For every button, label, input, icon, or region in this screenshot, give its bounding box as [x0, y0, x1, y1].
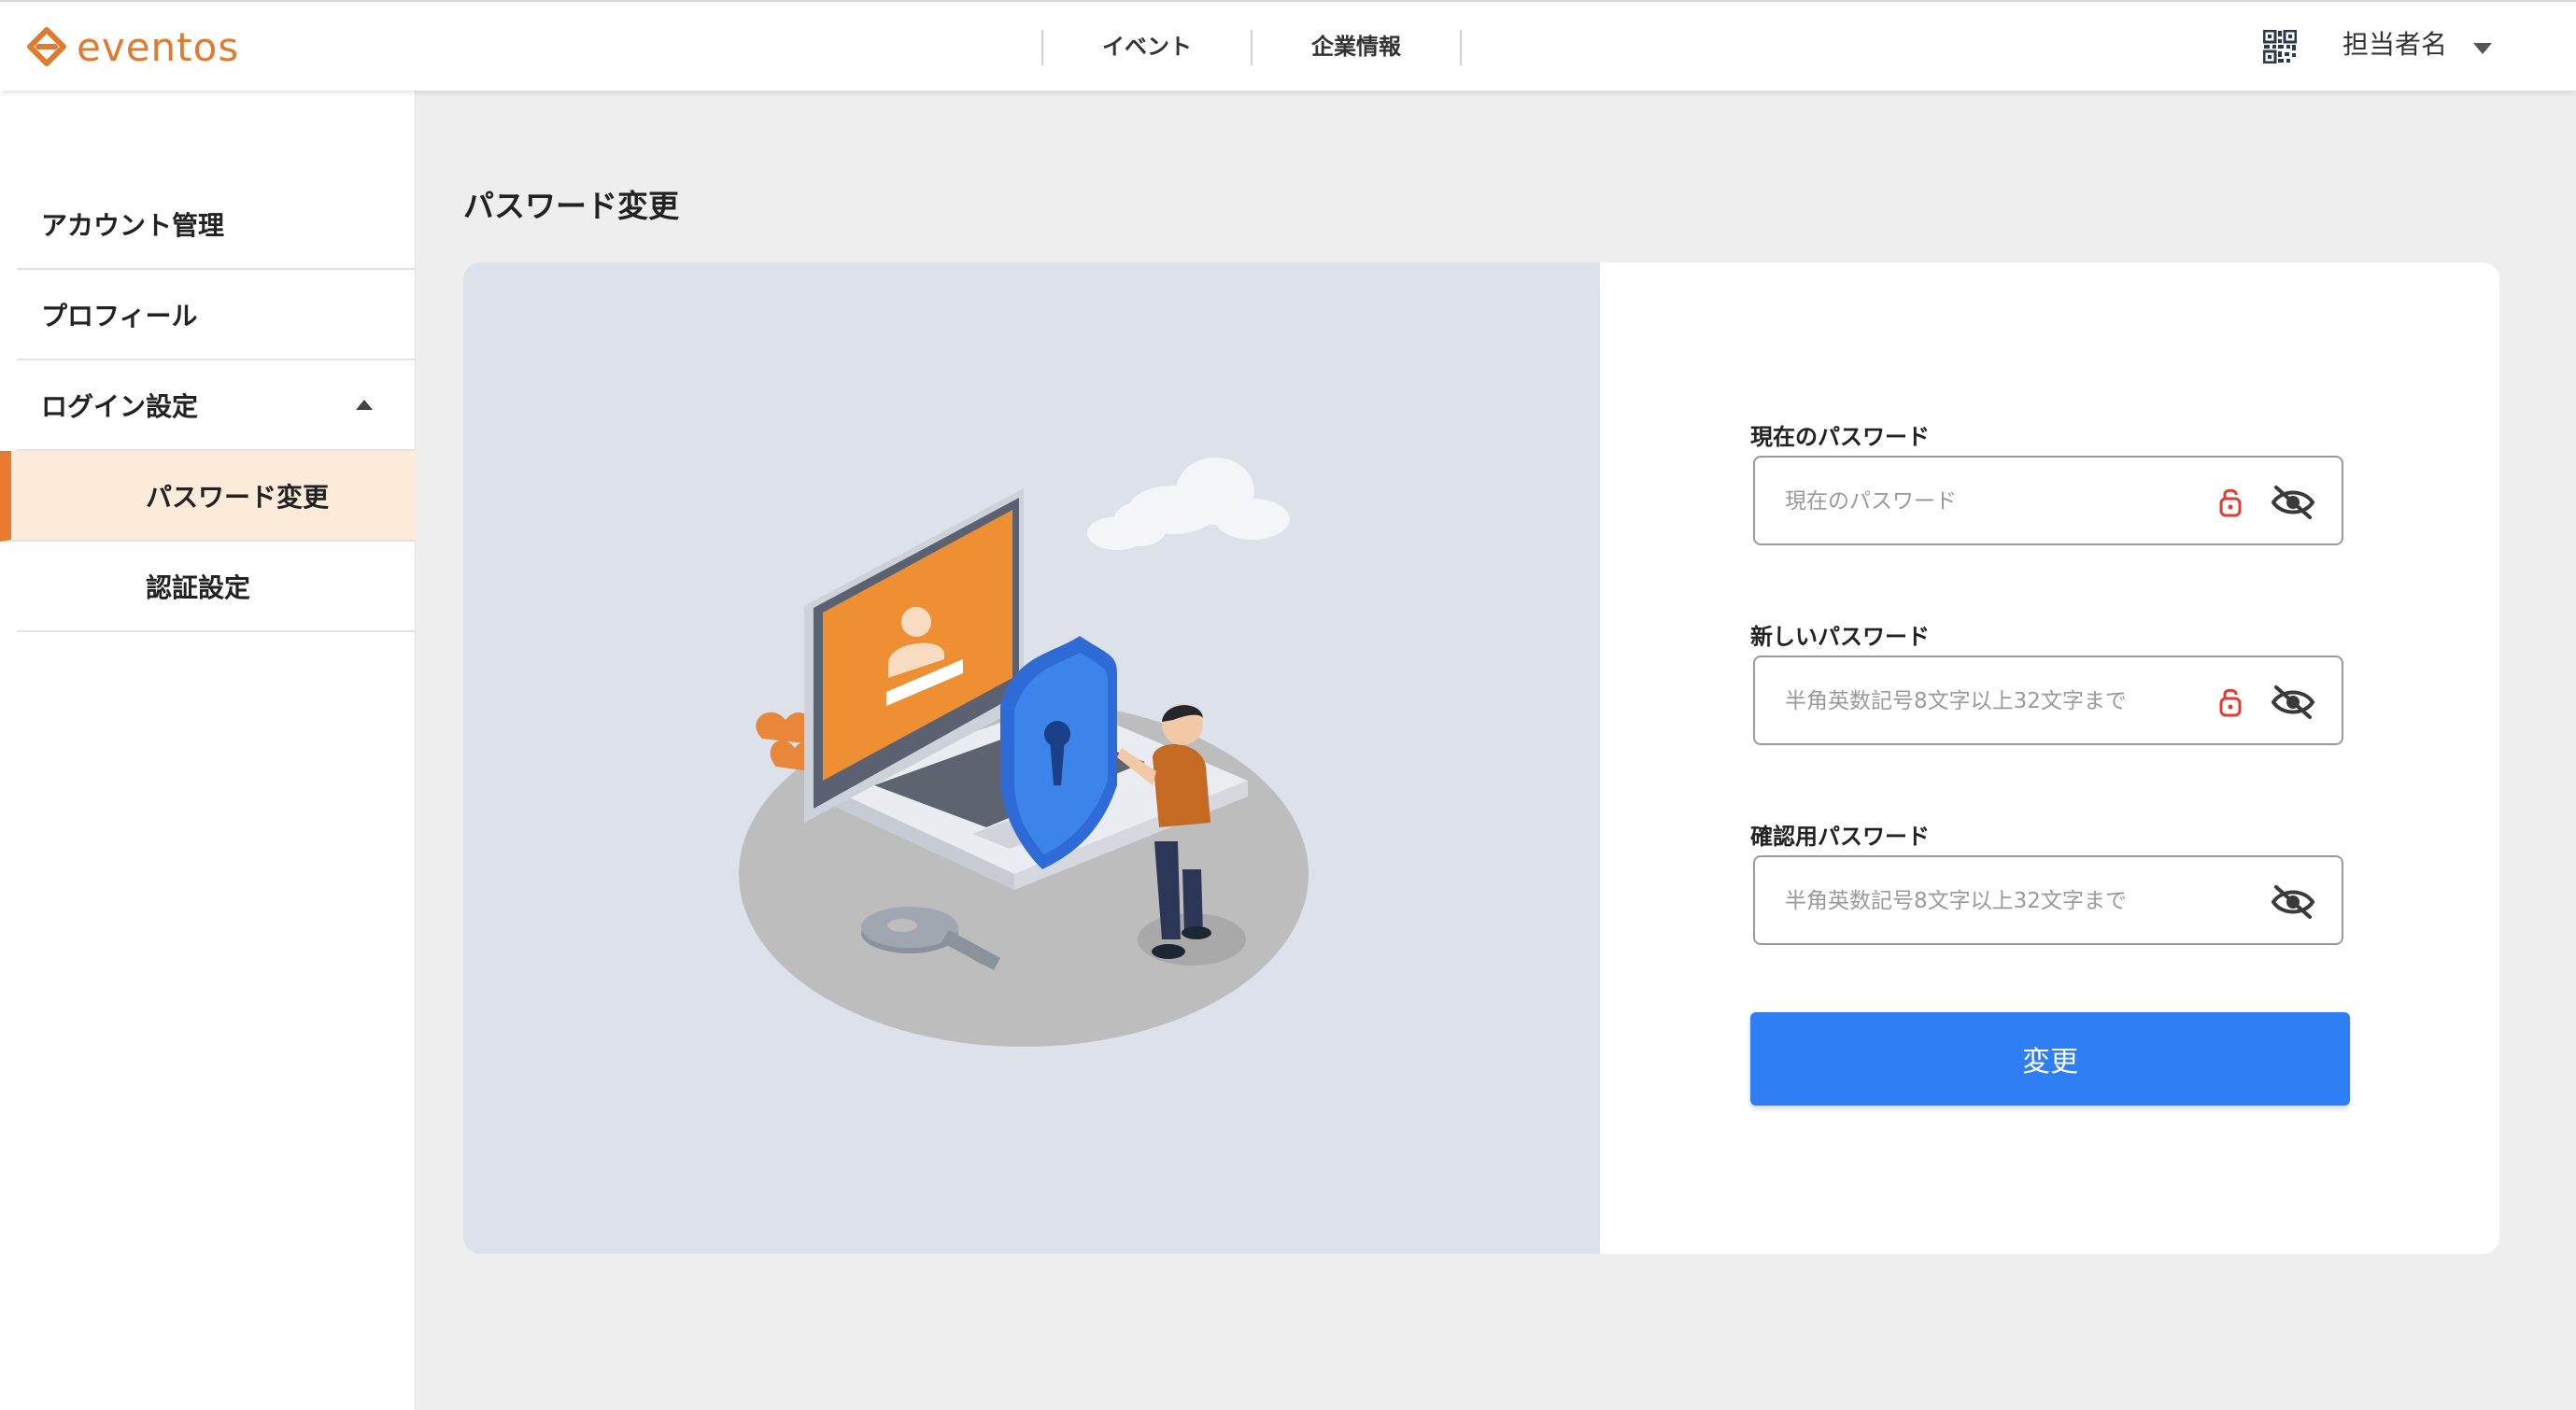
- confirm-password-label: 確認用パスワード: [1750, 824, 1930, 850]
- unlock-icon: [2219, 688, 2242, 717]
- brand-name: eventos: [77, 23, 240, 70]
- password-change-card: 現在のパスワード 新しいパスワード 確認用パスワード 変更: [463, 262, 2499, 1254]
- sidebar-item-label: 認証設定: [146, 571, 251, 603]
- current-password-input[interactable]: [1785, 482, 2196, 521]
- new-password-input[interactable]: [1785, 682, 2196, 721]
- top-header: eventos イベント 企業情報 担当者名: [0, 0, 2576, 91]
- eventos-logo-icon: [27, 27, 66, 66]
- eventos-logo[interactable]: eventos: [24, 21, 239, 73]
- eye-off-icon[interactable]: [2271, 484, 2315, 521]
- current-password-label: 現在のパスワード: [1750, 424, 1930, 450]
- sidebar-item-profile[interactable]: プロフィール: [17, 270, 416, 360]
- nav-divider: [1460, 30, 1462, 65]
- chevron-up-icon: [356, 400, 373, 410]
- security-illustration: [739, 458, 1309, 1047]
- sidebar-item-label: パスワード変更: [146, 481, 330, 513]
- illustration-panel: [463, 262, 1600, 1254]
- new-password-label: 新しいパスワード: [1750, 624, 1930, 650]
- cloud-icon: [1087, 458, 1290, 550]
- sidebar-item-label: プロフィール: [41, 300, 198, 331]
- sidebar-item-account-management[interactable]: アカウント管理: [17, 179, 416, 270]
- chevron-down-icon[interactable]: [2473, 43, 2492, 54]
- user-menu-name[interactable]: 担当者名: [2342, 24, 2447, 65]
- eye-off-icon[interactable]: [2271, 883, 2315, 921]
- page-title: パスワード変更: [463, 188, 679, 224]
- new-password-field[interactable]: [1753, 656, 2343, 745]
- confirm-password-input[interactable]: [1785, 881, 2196, 921]
- current-password-field[interactable]: [1753, 456, 2343, 545]
- nav-item-company-info[interactable]: 企業情報: [1253, 26, 1460, 67]
- sidebar: アカウント管理 プロフィール ログイン設定 パスワード変更 認証設定: [0, 91, 416, 1410]
- eye-off-icon[interactable]: [2271, 684, 2315, 721]
- sidebar-item-label: アカウント管理: [41, 209, 225, 241]
- qr-code-icon[interactable]: [2263, 30, 2297, 63]
- sidebar-item-auth-settings[interactable]: 認証設定: [17, 542, 416, 632]
- sidebar-item-password-change[interactable]: パスワード変更: [0, 451, 416, 542]
- sidebar-item-login-settings[interactable]: ログイン設定: [17, 360, 416, 451]
- nav-item-events[interactable]: イベント: [1043, 26, 1251, 67]
- confirm-password-field[interactable]: [1753, 855, 2343, 945]
- change-password-button[interactable]: 変更: [1750, 1012, 2350, 1106]
- unlock-icon: [2219, 488, 2242, 517]
- sidebar-item-label: ログイン設定: [41, 390, 199, 422]
